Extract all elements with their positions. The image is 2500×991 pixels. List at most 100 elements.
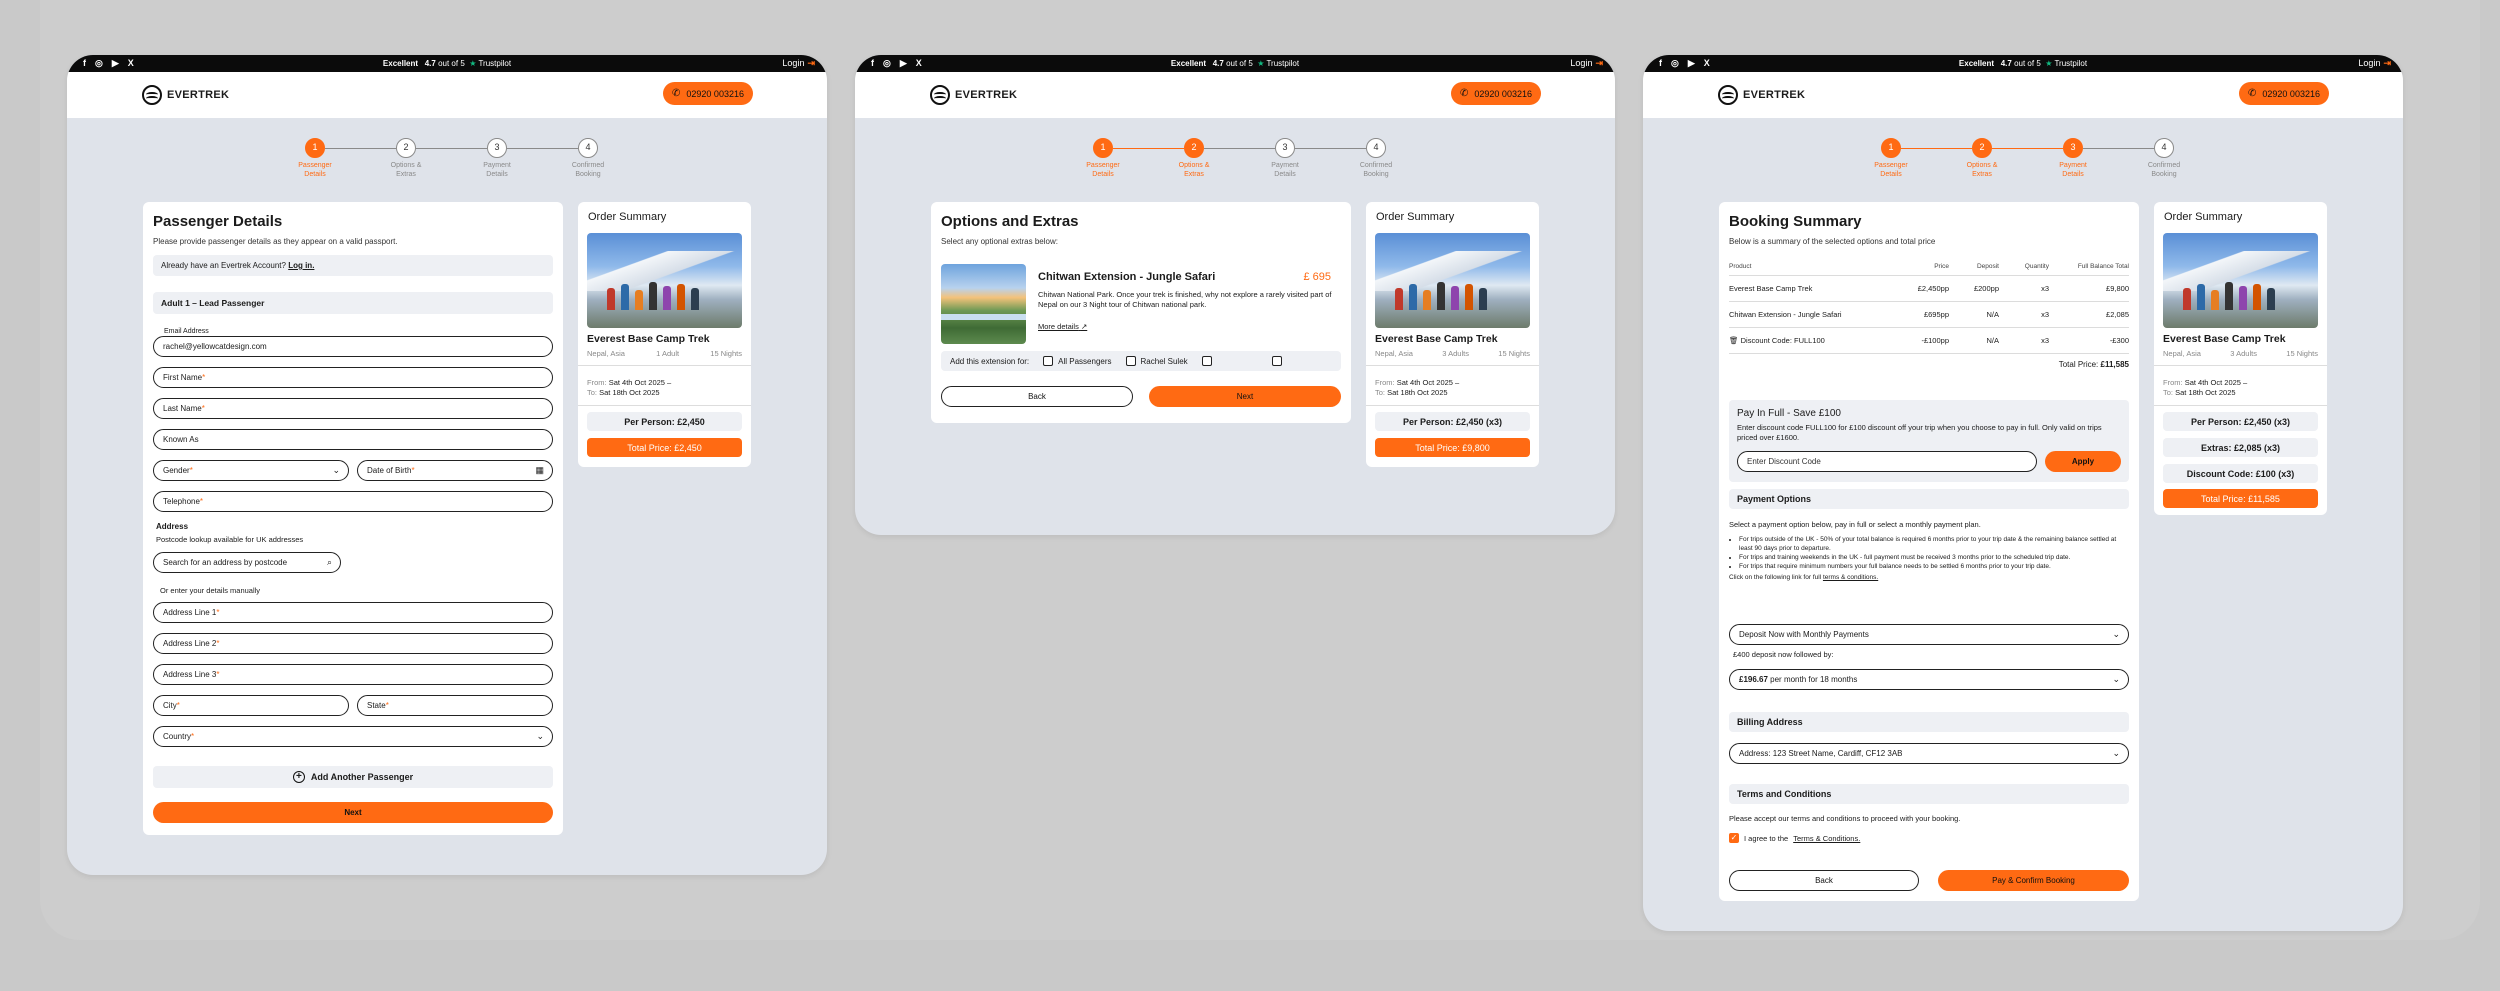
- site-header: EVERTREK ✆ 02920 003216: [1643, 72, 2403, 118]
- login-label: Login: [2358, 58, 2381, 68]
- trust-rating-text: Excellent: [1958, 59, 1995, 68]
- extension-item: Chitwan Extension - Jungle Safari £ 695 …: [941, 264, 1341, 349]
- discount-code-input[interactable]: Enter Discount Code: [1737, 451, 2037, 472]
- page-subtitle: Please provide passenger details as they…: [153, 237, 398, 246]
- order-summary-title: Order Summary: [2164, 211, 2243, 223]
- login-link[interactable]: Login ⇥: [2358, 58, 2391, 69]
- trustpilot-rating[interactable]: Excellent 4.7 out of 5 ★ Trustpilot: [855, 59, 1615, 68]
- phone-button[interactable]: ✆ 02920 003216: [2239, 82, 2329, 105]
- progress-steps: 1 Passenger Details 2 Options & Extras 3 Paym…: [67, 138, 827, 198]
- chevron-down-icon: ⌄: [2112, 748, 2120, 758]
- order-summary-title: Order Summary: [588, 211, 667, 223]
- back-button[interactable]: Back: [1729, 870, 1919, 891]
- phone-button[interactable]: ✆ 02920 003216: [663, 82, 753, 105]
- pay-confirm-button[interactable]: Pay & Confirm Booking: [1938, 870, 2129, 891]
- pay-in-full-title: Pay In Full - Save £100: [1737, 408, 1841, 419]
- discount-amount: Discount Code: £100 (x3): [2163, 464, 2318, 483]
- monthly-plan-select[interactable]: £196.67 per month for 18 months ⌄: [1729, 669, 2129, 690]
- login-icon: ⇥: [1595, 58, 1603, 68]
- country-select[interactable]: Country * ⌄: [153, 726, 553, 747]
- options-card: Options and Extras Select any optional e…: [931, 202, 1351, 423]
- safari-image: [941, 264, 1026, 344]
- telephone-field[interactable]: Telephone *: [153, 491, 553, 512]
- address-line-2-field[interactable]: Address Line 2 *: [153, 633, 553, 654]
- trustpilot-rating[interactable]: Excellent 4.7 out of 5 ★ Trustpilot: [67, 59, 827, 68]
- total-price: Total Price: £2,450: [587, 438, 742, 457]
- passenger-2-checkbox[interactable]: [1201, 356, 1212, 366]
- trash-icon[interactable]: 🗑: [1729, 336, 1739, 345]
- trust-rating-text: Excellent: [382, 59, 419, 68]
- chevron-down-icon: ⌄: [2112, 629, 2120, 639]
- last-name-field[interactable]: Last Name *: [153, 398, 553, 419]
- all-passengers-checkbox[interactable]: [1043, 356, 1054, 366]
- billing-address-select[interactable]: Address: 123 Street Name, Cardiff, CF12 …: [1729, 743, 2129, 764]
- login-label: Login: [1570, 58, 1593, 68]
- trip-meta: Nepal, Asia 3 Adults 15 Nights: [1375, 349, 1530, 358]
- step-passenger-details: 1 Passenger Details: [1068, 138, 1138, 179]
- star-icon: ★: [2045, 59, 2053, 68]
- passenger-checkbox[interactable]: [1125, 356, 1136, 366]
- payment-plan-select[interactable]: Deposit Now with Monthly Payments ⌄: [1729, 624, 2129, 645]
- next-button[interactable]: Next: [153, 802, 553, 823]
- logo[interactable]: EVERTREK: [142, 85, 229, 105]
- trust-out-of: out of 5: [1226, 59, 1253, 68]
- extension-price: £ 695: [1303, 271, 1331, 283]
- phone-number: 02920 003216: [686, 88, 744, 99]
- trust-rating-text: Excellent: [1170, 59, 1207, 68]
- more-details-link[interactable]: More details ↗: [1038, 322, 1087, 331]
- chevron-down-icon: ⌄: [2112, 674, 2120, 684]
- add-for-label: Add this extension for:: [950, 356, 1030, 366]
- terms-link[interactable]: terms & conditions.: [1823, 574, 1878, 581]
- phone-icon: ✆: [672, 88, 681, 99]
- top-bar: f ◎ ▶ X Excellent 4.7 out of 5 ★ Trustpi…: [67, 55, 827, 72]
- next-button[interactable]: Next: [1149, 386, 1341, 407]
- agree-checkbox[interactable]: ✓: [1729, 833, 1739, 843]
- per-person-price: Per Person: £2,450 (x3): [2163, 412, 2318, 431]
- payment-info: Select a payment option below, pay in fu…: [1729, 520, 2129, 582]
- step-payment-details: 3 Payment Details: [1250, 138, 1320, 179]
- site-header: EVERTREK ✆ 02920 003216: [67, 72, 827, 118]
- terms-description: Please accept our terms and conditions t…: [1729, 814, 1961, 823]
- step-confirmed-booking: 4 Confirmed Booking: [1341, 138, 1411, 179]
- brand-name: EVERTREK: [1743, 89, 1806, 101]
- date-of-birth-field[interactable]: Date of Birth * ▦: [357, 460, 553, 481]
- state-field[interactable]: State *: [357, 695, 553, 716]
- add-passenger-button[interactable]: + Add Another Passenger: [153, 766, 553, 788]
- trip-name: Everest Base Camp Trek: [587, 333, 710, 345]
- table-row: 🗑 Discount Code: FULL100 -£100pp N/A x3 -£30…: [1729, 328, 2129, 354]
- table-header: Product Price Deposit Quantity Full Balance …: [1729, 258, 2129, 276]
- back-button[interactable]: Back: [941, 386, 1133, 407]
- login-link[interactable]: Login ⇥: [1570, 58, 1603, 69]
- lead-passenger-heading: Adult 1 – Lead Passenger: [153, 292, 553, 314]
- address-line-1-field[interactable]: Address Line 1 *: [153, 602, 553, 623]
- all-passengers-label: All Passengers: [1058, 356, 1112, 366]
- email-field[interactable]: Email Address rachel@yellowcatdesign.com: [153, 328, 553, 357]
- logo-mark-icon: [1718, 85, 1738, 105]
- login-in-link[interactable]: Log in.: [288, 261, 314, 270]
- page-title: Options and Extras: [941, 213, 1079, 230]
- city-field[interactable]: City *: [153, 695, 349, 716]
- postcode-search-input[interactable]: Search for an address by postcode ⌕: [153, 552, 341, 573]
- order-summary-card: Order Summary Everest Base Camp Trek Nep…: [1366, 202, 1539, 467]
- passenger-3-checkbox[interactable]: [1271, 356, 1282, 366]
- extension-passenger-selector: Add this extension for: All Passengers R…: [941, 351, 1341, 371]
- trustpilot-rating[interactable]: Excellent 4.7 out of 5 ★ Trustpilot: [1643, 59, 2403, 68]
- gender-select[interactable]: Gender * ⌄: [153, 460, 349, 481]
- progress-steps: 1 Passenger Details 2 Options & Extras 3 Paym…: [855, 138, 1615, 198]
- known-as-field[interactable]: Known As: [153, 429, 553, 450]
- address-line-3-field[interactable]: Address Line 3 *: [153, 664, 553, 685]
- external-link-icon: ↗: [1080, 322, 1088, 331]
- login-link[interactable]: Login ⇥: [782, 58, 815, 69]
- terms-conditions-link[interactable]: Terms & Conditions.: [1793, 834, 1860, 843]
- logo-mark-icon: [142, 85, 162, 105]
- extras-price: Extras: £2,085 (x3): [2163, 438, 2318, 457]
- star-icon: ★: [469, 59, 477, 68]
- phone-button[interactable]: ✆ 02920 003216: [1451, 82, 1541, 105]
- brand-name: EVERTREK: [955, 89, 1018, 101]
- trip-meta: Nepal, Asia 3 Adults 15 Nights: [2163, 349, 2318, 358]
- logo[interactable]: EVERTREK: [1718, 85, 1805, 105]
- apply-button[interactable]: Apply: [2045, 451, 2121, 472]
- logo[interactable]: EVERTREK: [930, 85, 1017, 105]
- trip-image: [2163, 233, 2318, 328]
- first-name-field[interactable]: First Name *: [153, 367, 553, 388]
